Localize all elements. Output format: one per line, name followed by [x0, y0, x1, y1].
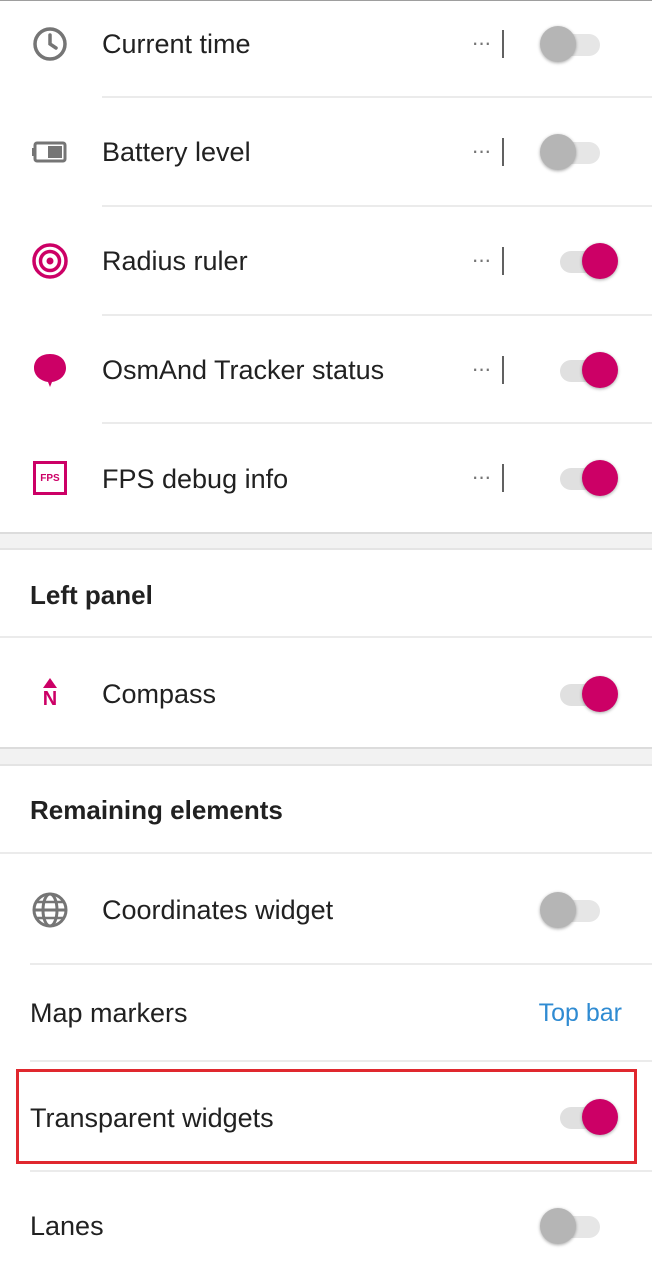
fps-debug-toggle[interactable]	[556, 458, 620, 498]
toggle-thumb	[540, 892, 576, 928]
toggle-thumb	[582, 676, 618, 712]
map-markers-value-link[interactable]: Top bar	[539, 999, 622, 1028]
tracker-status-toggle[interactable]	[556, 350, 620, 390]
section-title-left-panel: Left panel	[30, 580, 153, 610]
radius-ruler-toggle[interactable]	[556, 241, 620, 281]
section-gap	[0, 532, 652, 550]
widget-row-coordinates[interactable]: Coordinates widget	[0, 854, 652, 963]
lanes-toggle[interactable]	[540, 1206, 604, 1246]
widget-label: FPS debug info	[102, 464, 289, 494]
section-title-remaining: Remaining elements	[30, 795, 283, 825]
toggle-thumb	[540, 26, 576, 62]
more-options-icon[interactable]: ···	[468, 136, 494, 166]
widget-row-radius-ruler[interactable]: Radius ruler ···	[0, 207, 652, 314]
compass-letter: N	[42, 688, 58, 710]
menu-separator	[502, 356, 504, 384]
widget-label: OsmAnd Tracker status	[102, 355, 385, 385]
setting-row-lanes[interactable]: Lanes	[0, 1172, 652, 1280]
fps-icon-text: FPS	[33, 461, 67, 495]
menu-separator	[502, 247, 504, 275]
more-options-icon[interactable]: ···	[468, 354, 494, 384]
current-time-toggle[interactable]	[540, 24, 604, 64]
menu-separator	[502, 464, 504, 492]
widget-label: Current time	[102, 29, 251, 59]
more-options-icon[interactable]: ···	[468, 28, 494, 58]
section-gap	[0, 747, 652, 766]
more-options-icon[interactable]: ···	[468, 245, 494, 275]
north-arrow-icon	[42, 678, 57, 688]
widget-label: Battery level	[102, 137, 251, 167]
more-options-icon[interactable]: ···	[468, 462, 494, 492]
widget-row-tracker-status[interactable]: OsmAnd Tracker status ···	[0, 316, 652, 422]
highlight-box	[16, 1069, 637, 1164]
toggle-thumb	[540, 1208, 576, 1244]
widget-row-compass[interactable]: N Compass	[0, 638, 652, 748]
widget-label: Compass	[102, 679, 217, 709]
radius-ruler-icon	[30, 241, 70, 281]
menu-separator	[502, 30, 504, 58]
setting-row-map-markers[interactable]: Map markers Top bar	[0, 965, 652, 1061]
toggle-thumb	[540, 134, 576, 170]
menu-separator	[502, 138, 504, 166]
toggle-thumb	[582, 460, 618, 496]
fps-icon: FPS	[30, 458, 70, 498]
toggle-thumb	[582, 352, 618, 388]
battery-icon	[30, 132, 70, 172]
setting-label: Map markers	[30, 998, 188, 1028]
tracker-icon	[30, 350, 70, 390]
setting-label: Lanes	[30, 1211, 104, 1241]
battery-level-toggle[interactable]	[540, 132, 604, 172]
globe-icon	[30, 890, 70, 930]
widget-row-current-time[interactable]: Current time ···	[0, 0, 652, 97]
toggle-thumb	[582, 243, 618, 279]
widget-row-fps-debug[interactable]: FPS FPS debug info ···	[0, 424, 652, 532]
coordinates-toggle[interactable]	[540, 890, 604, 930]
compass-icon: N	[30, 674, 70, 714]
clock-icon	[30, 24, 70, 64]
widget-row-battery-level[interactable]: Battery level ···	[0, 98, 652, 205]
compass-toggle[interactable]	[556, 674, 620, 714]
widget-label: Coordinates widget	[102, 895, 334, 925]
widget-label: Radius ruler	[102, 246, 248, 276]
